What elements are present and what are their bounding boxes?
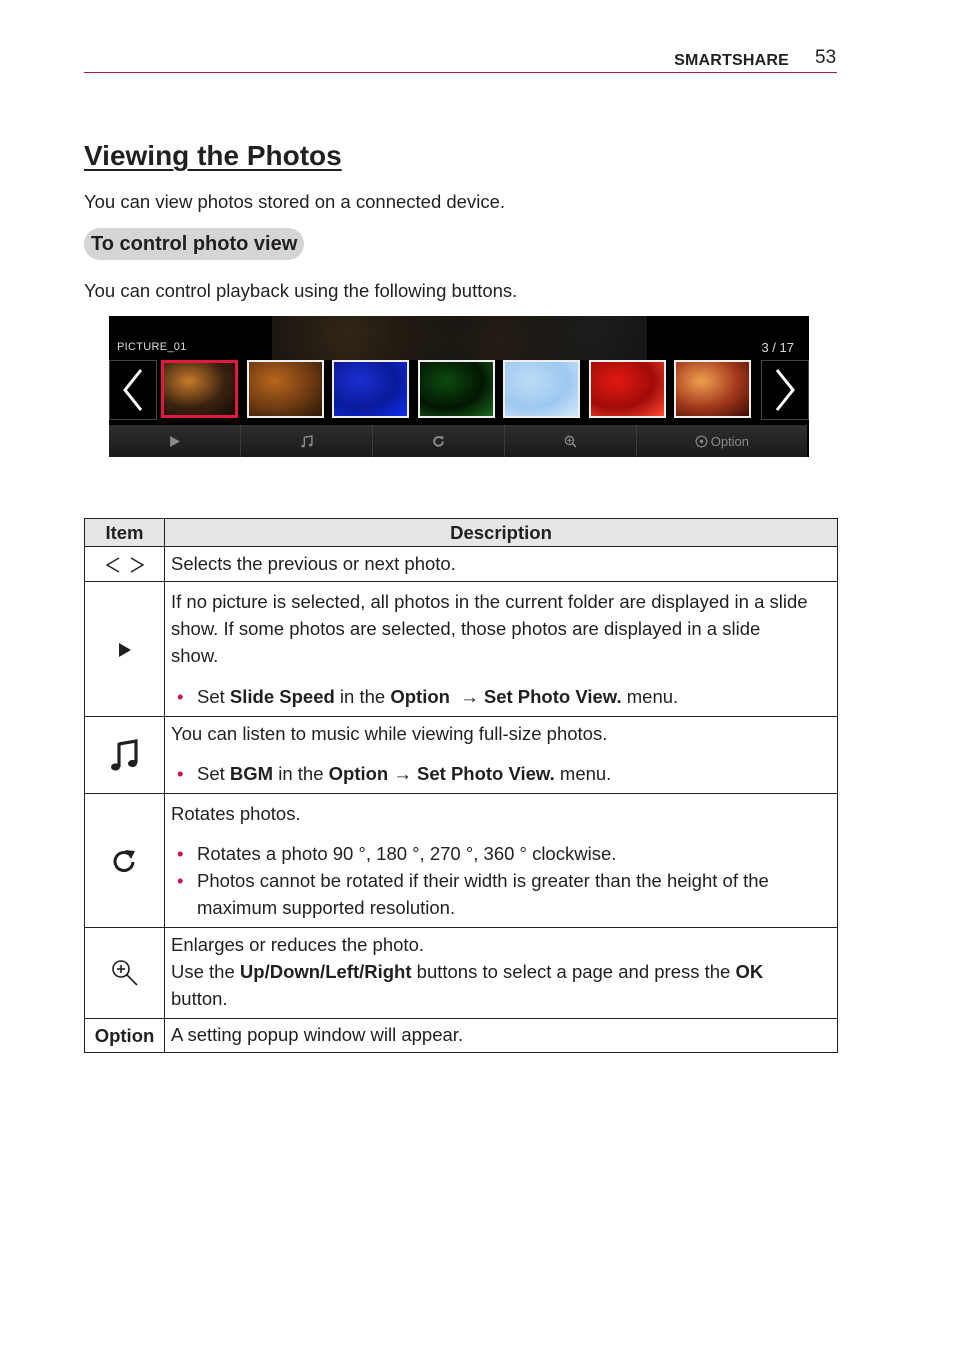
picture-name: PICTURE_01 <box>117 341 187 353</box>
photo-viewer-screen: PICTURE_01 3 / 17 Option <box>109 316 809 457</box>
description-cell: You can listen to music while viewing fu… <box>164 716 838 794</box>
play-icon <box>118 643 131 658</box>
zoom-in-icon <box>111 960 138 986</box>
table-row: Rotates photos. Rotates a photo 90 °, 18… <box>84 793 838 928</box>
page-header: SMARTSHARE <box>84 46 837 73</box>
chevron-left-icon <box>123 369 143 411</box>
description-cell: A setting popup window will appear. <box>164 1018 838 1053</box>
thumbnail-rock-cliff-sunset[interactable] <box>161 360 238 418</box>
item-cell <box>84 581 165 717</box>
description-cell: If no picture is selected, all photos in… <box>164 581 838 717</box>
thumbnail-light-blue-sky[interactable] <box>503 360 580 418</box>
table-row: Option A setting popup window will appea… <box>84 1018 838 1053</box>
rotate-icon <box>113 849 135 872</box>
section-title: SMARTSHARE <box>674 52 789 69</box>
table-row: You can listen to music while viewing fu… <box>84 716 838 794</box>
slideshow-button[interactable] <box>109 425 241 457</box>
bullet-item: Rotates a photo 90 °, 180 °, 270 °, 360 … <box>171 840 831 867</box>
next-button[interactable] <box>761 360 809 420</box>
rotate-icon <box>433 435 444 447</box>
page-title: Viewing the Photos <box>84 140 342 171</box>
thumbnail-red-flower[interactable] <box>588 360 666 418</box>
bullet-item: Photos cannot be rotated if their width … <box>171 867 807 921</box>
item-cell <box>84 927 165 1019</box>
table-row: Selects the previous or next photo. <box>84 546 838 582</box>
description-cell: Selects the previous or next photo. <box>164 546 838 582</box>
controls-table: Item Description Selects the previous or… <box>84 518 838 1053</box>
description-cell: Enlarges or reduces the photo. Use the U… <box>164 927 838 1019</box>
thumbnail-golden-rock[interactable] <box>246 360 324 418</box>
music-note-icon <box>110 739 138 771</box>
bullet-item: Set BGM in the Option → Set Photo View. … <box>171 760 831 787</box>
rotate-button[interactable] <box>373 425 505 457</box>
bullet-item: Set Slide Speed in the Option → Set Phot… <box>171 683 831 710</box>
previous-button[interactable] <box>109 360 157 420</box>
item-cell <box>84 716 165 794</box>
thumbnail-orange-closeup[interactable] <box>674 360 751 418</box>
table-row: Enlarges or reduces the photo. Use the U… <box>84 927 838 1019</box>
intro-text: You can view photos stored on a connecte… <box>84 191 505 212</box>
thumbnail-green-abstract[interactable] <box>417 360 495 418</box>
description-cell: Rotates photos. Rotates a photo 90 °, 18… <box>164 793 838 928</box>
subintro-text: You can control playback using the follo… <box>84 280 518 301</box>
chevron-right-icon <box>775 369 795 411</box>
page-number: 53 <box>815 47 837 68</box>
play-icon <box>170 435 180 447</box>
item-cell <box>84 793 165 928</box>
viewer-toolbar: Option <box>109 425 807 457</box>
thumbnail-blue-abstract[interactable] <box>332 360 409 418</box>
prev-next-icon <box>105 557 144 573</box>
column-header-description: Description <box>164 518 838 547</box>
table-header-row: Item Description <box>84 518 838 547</box>
zoom-in-icon <box>564 435 577 447</box>
subheading: To control photo view <box>84 228 305 260</box>
column-header-item: Item <box>84 518 165 547</box>
item-cell-option: Option <box>84 1018 165 1053</box>
background-photo <box>272 316 647 360</box>
gear-icon <box>694 434 708 448</box>
zoom-button[interactable] <box>505 425 637 457</box>
thumbnail-strip <box>109 359 809 421</box>
option-label: Option <box>710 433 750 449</box>
table-row: If no picture is selected, all photos in… <box>84 581 838 717</box>
photo-counter: 3 / 17 <box>761 340 794 355</box>
music-button[interactable] <box>241 425 373 457</box>
item-cell <box>84 546 165 582</box>
option-button[interactable]: Option <box>637 425 807 457</box>
music-note-icon <box>301 434 313 447</box>
